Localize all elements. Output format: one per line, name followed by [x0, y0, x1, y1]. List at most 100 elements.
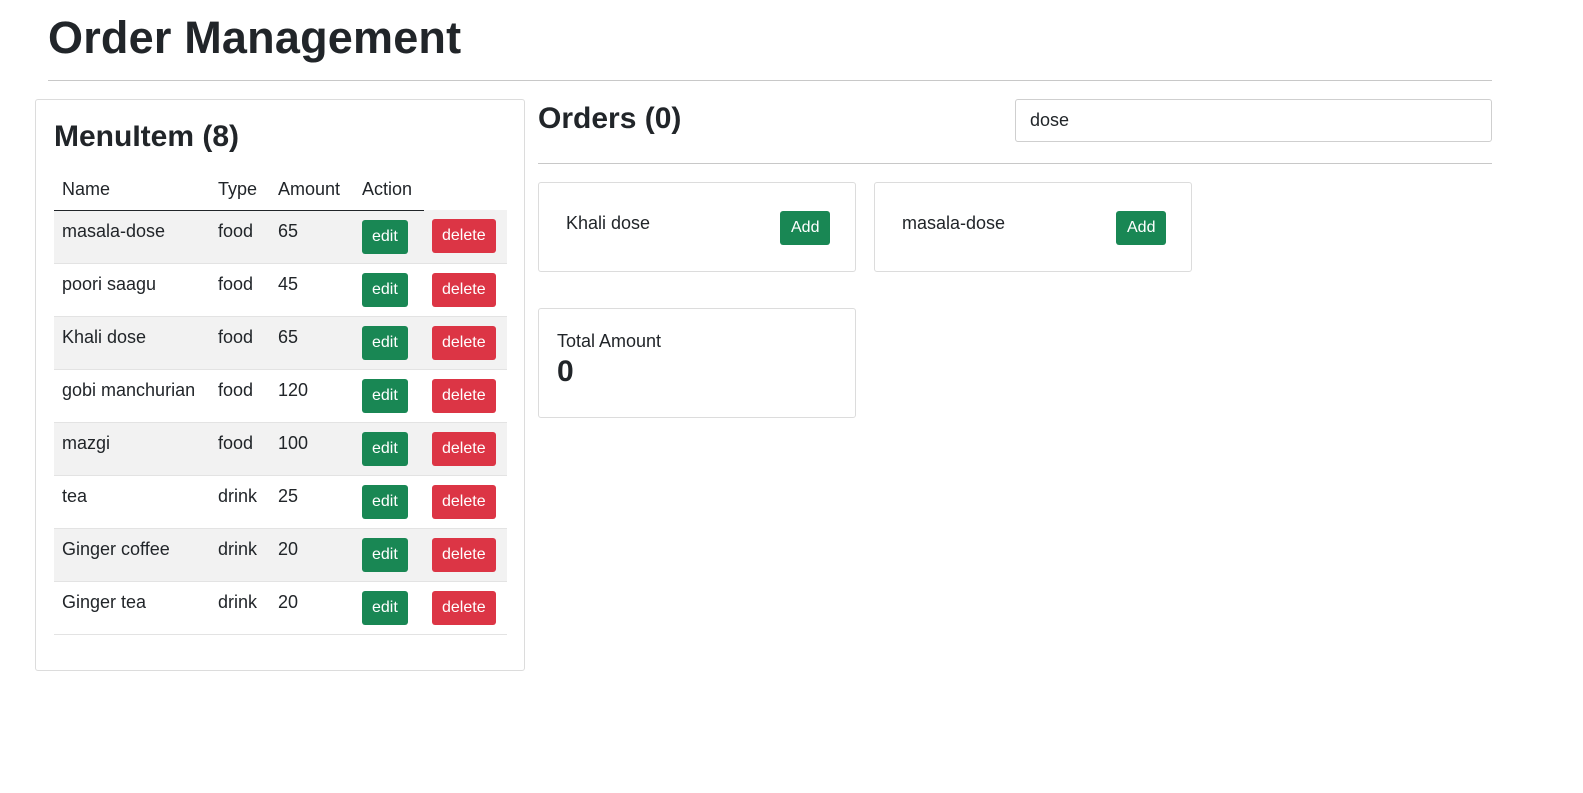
item-type: food: [218, 380, 254, 400]
cell-name: mazgi: [54, 422, 210, 476]
cell-type: food: [210, 369, 270, 423]
edit-button[interactable]: edit: [362, 272, 408, 307]
title-divider: [48, 80, 1492, 81]
cell-name: gobi manchurian: [54, 369, 210, 423]
item-type: drink: [218, 592, 258, 612]
add-button[interactable]: Add: [780, 211, 831, 245]
cell-type: food: [210, 422, 270, 476]
cell-name: Ginger tea: [54, 581, 210, 635]
cell-delete: delete: [424, 528, 507, 582]
item-amount: 25: [278, 486, 299, 506]
edit-button[interactable]: edit: [362, 431, 408, 466]
menu-item-title: MenuItem (8): [54, 120, 240, 153]
delete-button[interactable]: delete: [432, 431, 496, 466]
table-row: Ginger tea drink 20 edit delete: [54, 581, 507, 635]
delete-button[interactable]: delete: [432, 219, 496, 254]
table-row: masala-dose food 65 edit delete: [54, 210, 507, 264]
item-name: Khali dose: [62, 327, 147, 347]
page-title: Order Management: [48, 12, 462, 63]
column-header-action: Action: [354, 170, 424, 211]
column-header-amount: Amount: [270, 170, 354, 211]
cell-type: food: [210, 210, 270, 264]
table-row: mazgi food 100 edit delete: [54, 422, 507, 476]
delete-button[interactable]: delete: [432, 484, 496, 519]
item-name: Ginger tea: [62, 592, 147, 612]
delete-button[interactable]: delete: [432, 590, 496, 625]
item-name: poori saagu: [62, 274, 157, 294]
cell-edit: edit: [354, 528, 424, 582]
cell-type: drink: [210, 528, 270, 582]
delete-button[interactable]: delete: [432, 537, 496, 572]
delete-button[interactable]: delete: [432, 325, 496, 360]
cell-name: masala-dose: [54, 210, 210, 264]
cell-delete: delete: [424, 422, 507, 476]
cell-amount: 120: [270, 369, 354, 423]
column-header-empty: [424, 170, 507, 210]
cell-amount: 45: [270, 263, 354, 317]
item-name: mazgi: [62, 433, 111, 453]
cell-edit: edit: [354, 316, 424, 370]
cell-amount: 25: [270, 475, 354, 529]
table-row: gobi manchurian food 120 edit delete: [54, 369, 507, 423]
cell-delete: delete: [424, 475, 507, 529]
edit-button[interactable]: edit: [362, 590, 408, 625]
cell-edit: edit: [354, 210, 424, 264]
total-amount-card: Total Amount 0: [538, 308, 856, 418]
item-amount: 65: [278, 221, 299, 241]
item-type: food: [218, 221, 254, 241]
search-result-name: Khali dose: [566, 213, 651, 233]
edit-button[interactable]: edit: [362, 378, 408, 413]
table-row: poori saagu food 45 edit delete: [54, 263, 507, 317]
cell-delete: delete: [424, 210, 507, 264]
item-type: food: [218, 274, 254, 294]
search-input[interactable]: [1015, 99, 1492, 142]
cell-name: tea: [54, 475, 210, 529]
orders-title: Orders (0): [538, 102, 682, 135]
menu-item-table: Name Type Amount Action masala-dose food 6…: [54, 170, 507, 635]
table-row: Ginger coffee drink 20 edit delete: [54, 528, 507, 582]
item-type: food: [218, 327, 254, 347]
cell-amount: 65: [270, 210, 354, 264]
cell-amount: 20: [270, 581, 354, 635]
cell-edit: edit: [354, 475, 424, 529]
cell-name: poori saagu: [54, 263, 210, 317]
total-amount-value: 0: [557, 355, 574, 388]
cell-amount: 20: [270, 528, 354, 582]
cell-type: drink: [210, 475, 270, 529]
delete-button[interactable]: delete: [432, 272, 496, 307]
cell-delete: delete: [424, 263, 507, 317]
column-header-name: Name: [54, 170, 210, 211]
item-name: tea: [62, 486, 88, 506]
cell-edit: edit: [354, 422, 424, 476]
table-row: tea drink 25 edit delete: [54, 475, 507, 529]
item-amount: 120: [278, 380, 309, 400]
item-name: Ginger coffee: [62, 539, 170, 559]
cell-edit: edit: [354, 263, 424, 317]
table-header-row: Name Type Amount Action: [54, 170, 507, 211]
cell-name: Ginger coffee: [54, 528, 210, 582]
cell-amount: 65: [270, 316, 354, 370]
item-amount: 65: [278, 327, 299, 347]
item-amount: 45: [278, 274, 299, 294]
menu-item-card: MenuItem (8) Name Type Amount Action mas…: [35, 99, 525, 671]
total-amount-label: Total Amount: [557, 331, 662, 351]
edit-button[interactable]: edit: [362, 537, 408, 572]
search-result-name: masala-dose: [902, 213, 1006, 233]
delete-button[interactable]: delete: [432, 378, 496, 413]
edit-button[interactable]: edit: [362, 219, 408, 254]
item-type: drink: [218, 486, 258, 506]
cell-type: food: [210, 316, 270, 370]
cell-delete: delete: [424, 369, 507, 423]
edit-button[interactable]: edit: [362, 325, 408, 360]
item-amount: 100: [278, 433, 309, 453]
edit-button[interactable]: edit: [362, 484, 408, 519]
item-name: masala-dose: [62, 221, 166, 241]
cell-name: Khali dose: [54, 316, 210, 370]
item-amount: 20: [278, 539, 299, 559]
search-result-card: Khali dose Add: [538, 182, 856, 272]
search-result-card: masala-dose Add: [874, 182, 1192, 272]
item-type: food: [218, 433, 254, 453]
item-amount: 20: [278, 592, 299, 612]
cell-edit: edit: [354, 581, 424, 635]
add-button[interactable]: Add: [1116, 211, 1167, 245]
